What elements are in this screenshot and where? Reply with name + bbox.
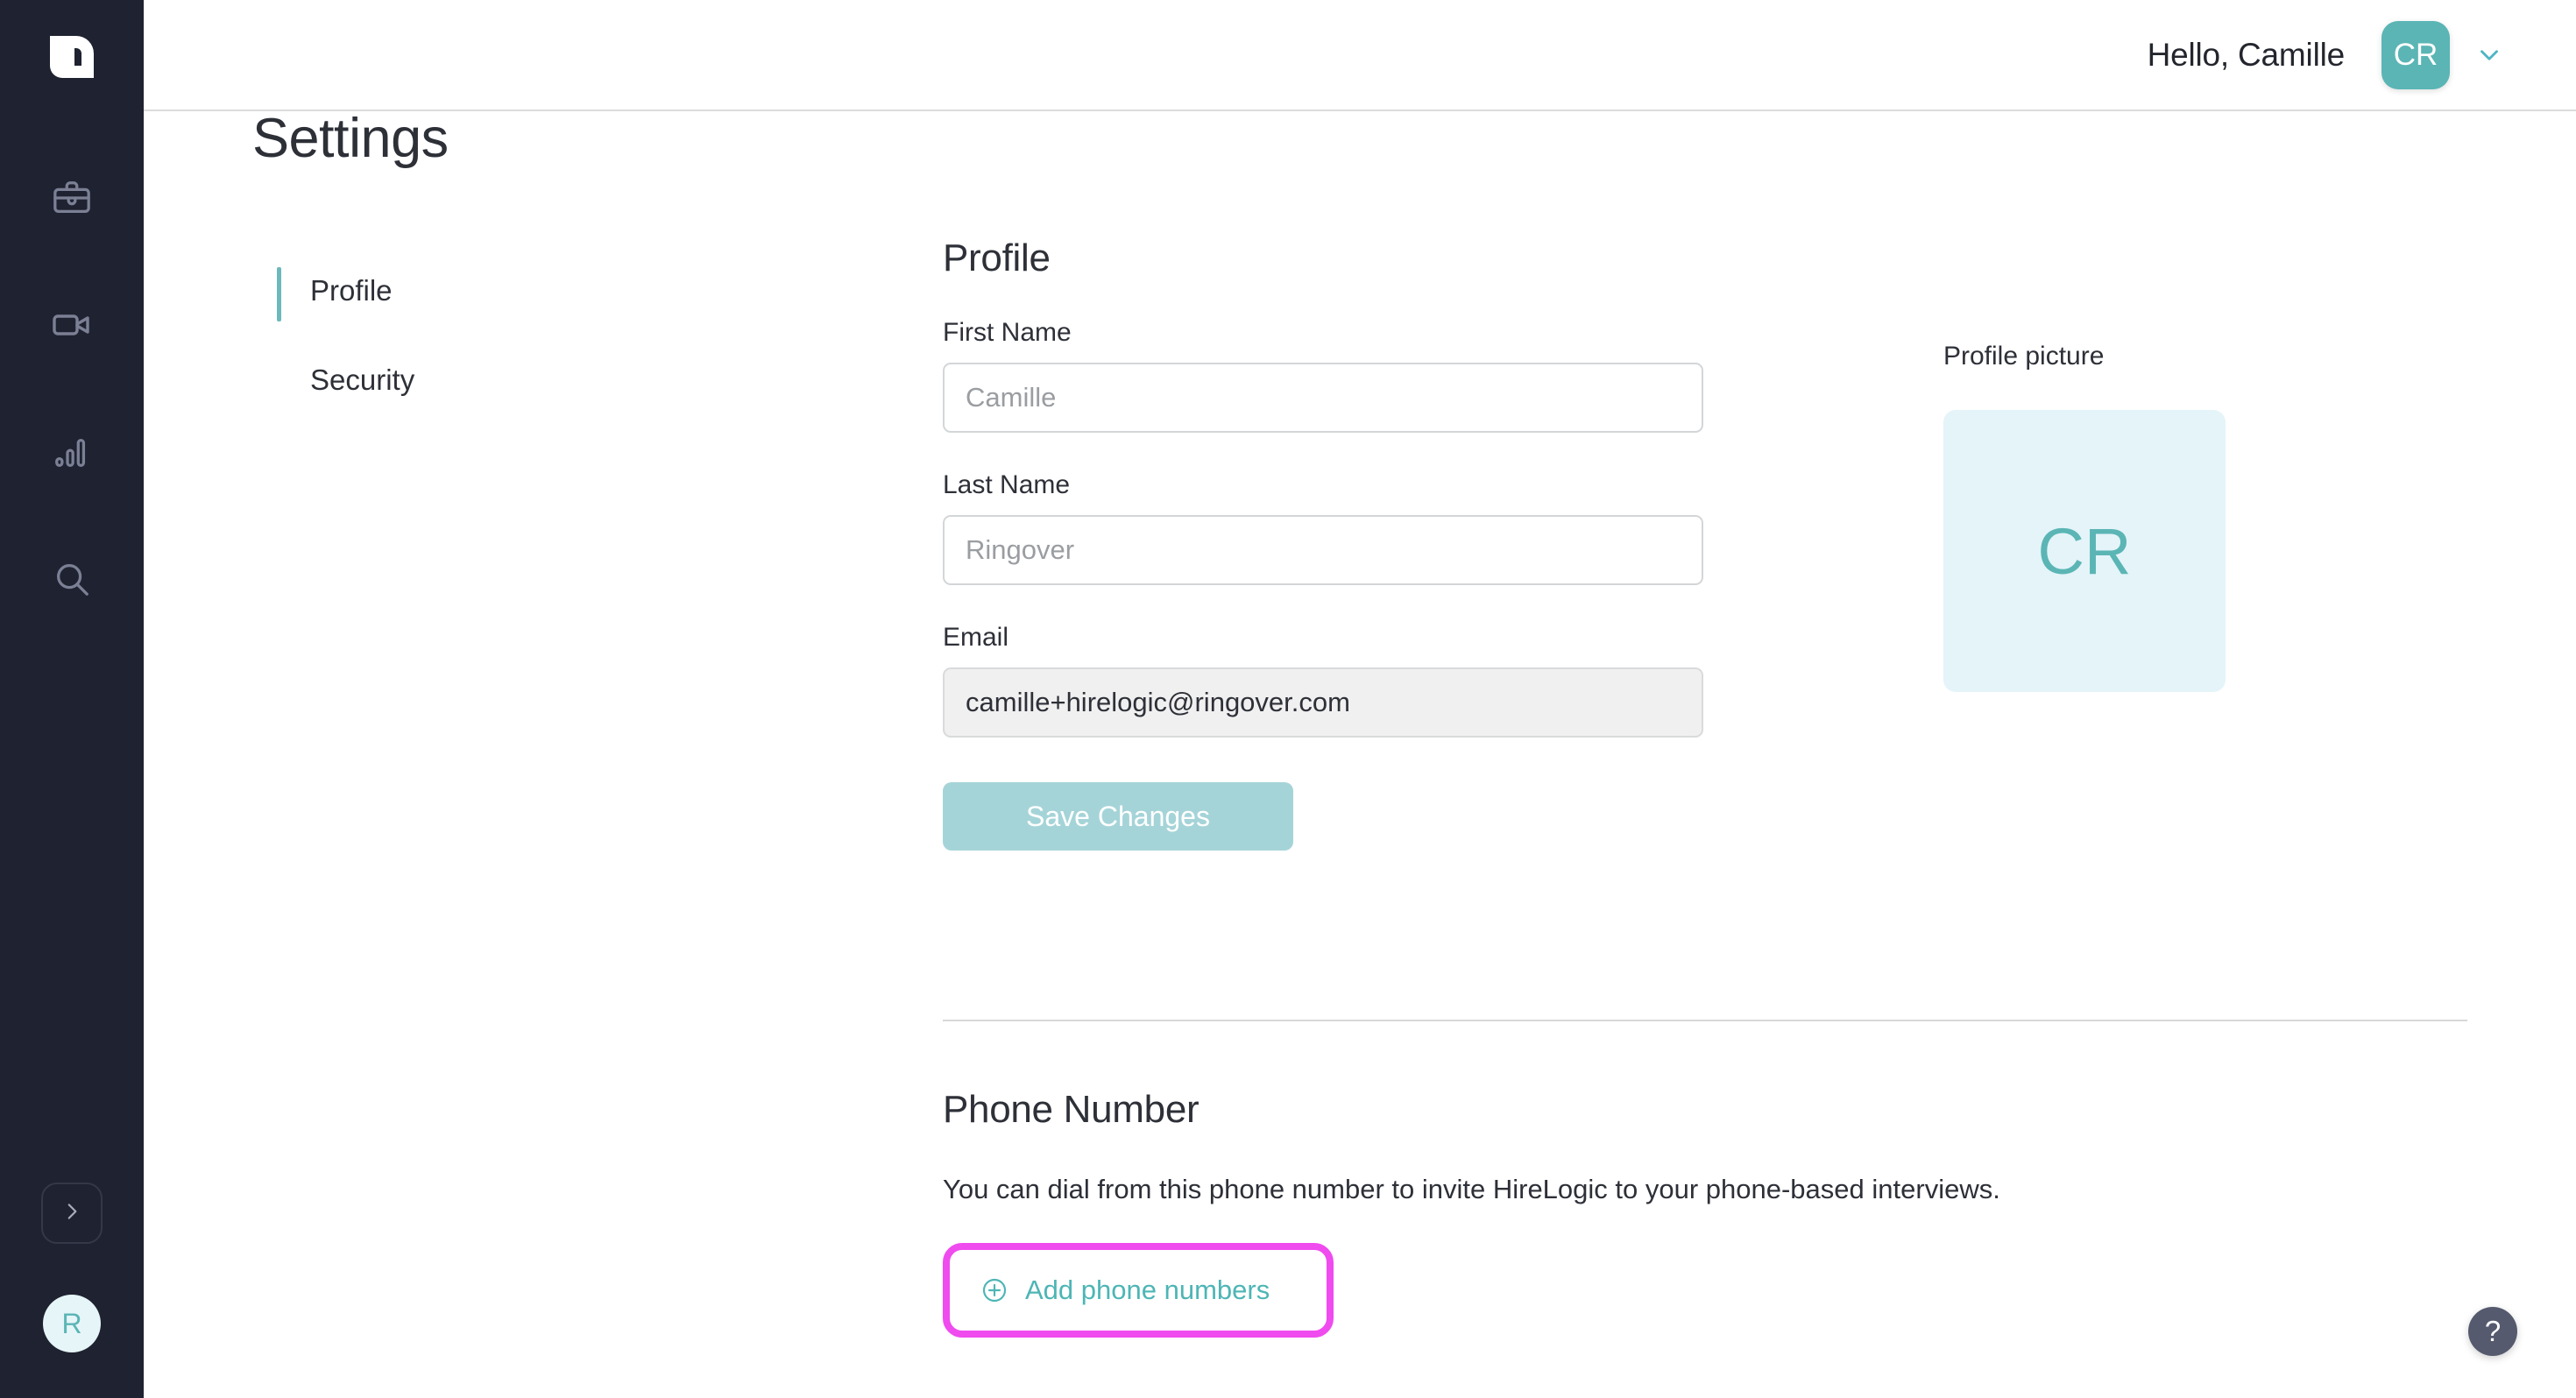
phone-number-section: Phone Number You can dial from this phon… [943,1088,2000,1338]
main-sidebar: R [0,0,144,1398]
sidebar-nav-list [30,156,114,664]
settings-tab-profile-label: Profile [310,274,393,307]
bar-chart-icon [52,432,92,472]
page-title: Settings [252,108,449,169]
profile-picture-placeholder[interactable]: CR [1943,410,2226,692]
sidebar-bottom-group: R [0,1183,144,1398]
header-avatar-initials: CR [2393,37,2438,72]
expand-sidebar-button[interactable] [41,1183,103,1244]
section-divider [943,1020,2467,1021]
sidebar-user-avatar[interactable]: R [43,1295,101,1352]
phone-section-title: Phone Number [943,1088,1200,1131]
phone-section-description: You can dial from this phone number to i… [943,1174,2000,1204]
sidebar-item-search[interactable] [30,537,114,621]
add-phone-inner: Add phone numbers [980,1274,1270,1306]
settings-tab-profile[interactable]: Profile [277,265,645,321]
sidebar-item-jobs[interactable] [30,156,114,240]
settings-tab-list: Profile Security [277,265,645,406]
last-name-input[interactable] [943,515,1703,585]
save-changes-button[interactable]: Save Changes [943,782,1293,851]
help-button[interactable]: ? [2468,1307,2517,1356]
first-name-field-group: First Name [943,318,1703,433]
hirelogic-logo[interactable] [37,23,107,93]
add-phone-numbers-button[interactable]: Add phone numbers [943,1243,1334,1338]
settings-tab-security-label: Security [310,364,415,396]
profile-form: Profile First Name Last Name Email Save … [943,237,1703,851]
greeting-text: Hello, Camille [2147,36,2346,73]
profile-picture-initials: CR [2037,514,2132,588]
settings-tab-security[interactable]: Security [277,355,645,406]
question-mark-icon: ? [2484,1315,2502,1347]
sidebar-item-analytics[interactable] [30,410,114,494]
search-icon [52,559,92,599]
profile-picture-label: Profile picture [1943,342,2105,371]
email-field-group: Email [943,623,1703,738]
sidebar-user-initial: R [61,1307,82,1339]
first-name-label: First Name [943,318,1072,347]
email-input [943,667,1703,738]
add-phone-numbers-label: Add phone numbers [1025,1274,1270,1305]
video-camera-icon [51,304,93,346]
profile-section-title: Profile [943,237,1051,279]
sidebar-item-interviews[interactable] [30,283,114,367]
chevron-down-icon[interactable] [2474,40,2504,70]
first-name-input[interactable] [943,363,1703,433]
email-label: Email [943,623,1009,652]
last-name-field-group: Last Name [943,470,1703,585]
chevron-right-icon [60,1200,83,1227]
circle-plus-icon [980,1276,1008,1304]
briefcase-icon [52,178,92,218]
top-header: Hello, Camille CR [144,0,2576,111]
app-root: R Hello, Camille CR Settings Profile Sec… [0,0,2576,1398]
profile-picture-section: Profile picture CR [1943,342,2226,692]
header-user-avatar[interactable]: CR [2381,20,2450,89]
last-name-label: Last Name [943,470,1071,499]
